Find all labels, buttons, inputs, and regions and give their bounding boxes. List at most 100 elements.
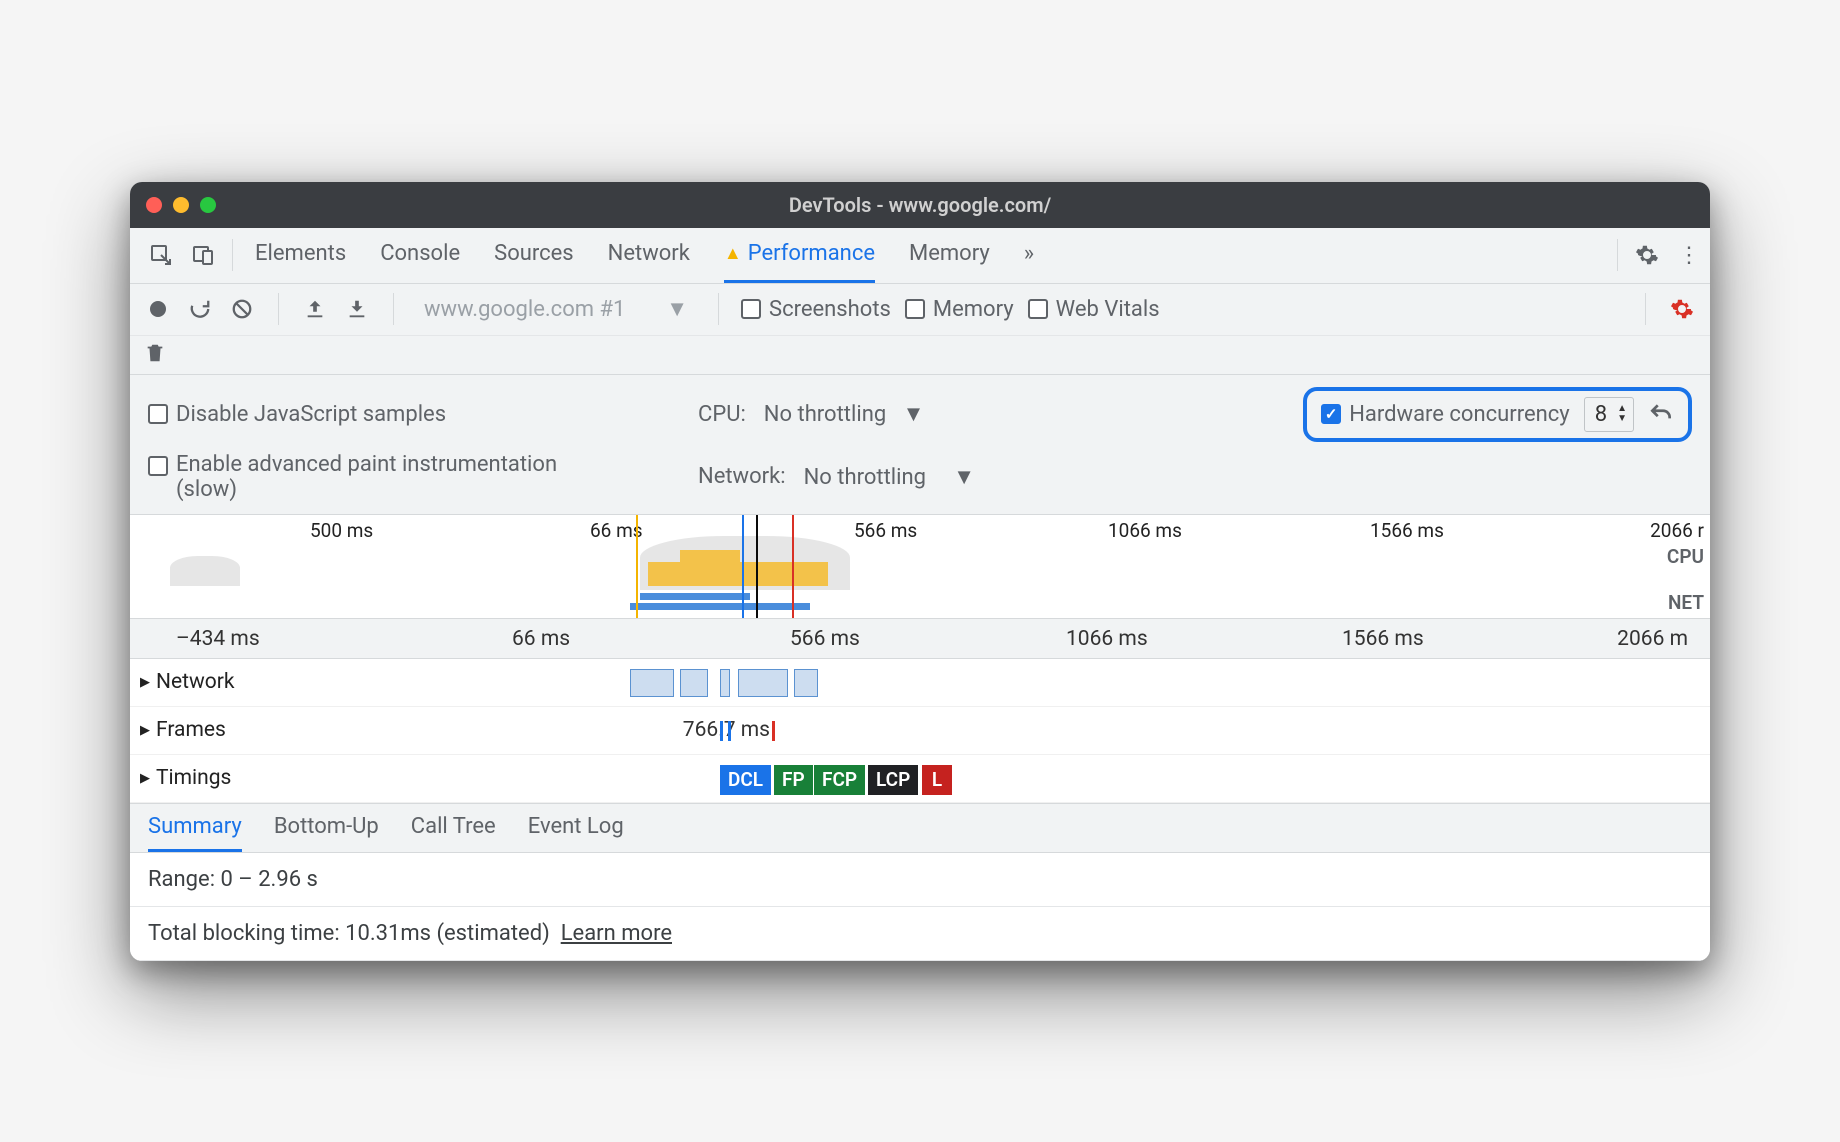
network-block[interactable]	[720, 669, 730, 697]
clear-button[interactable]	[228, 295, 256, 323]
settings-gear-icon[interactable]	[1626, 234, 1668, 276]
tab-memory[interactable]: Memory	[909, 227, 990, 283]
network-throttle-value: No throttling	[804, 465, 926, 490]
panel-tabs: Elements Console Sources Network ▲ Perfo…	[255, 227, 1609, 283]
checkbox-label: Disable JavaScript samples	[176, 402, 446, 427]
ruler-tick: –434 ms	[176, 627, 260, 651]
net-activity	[640, 593, 750, 600]
device-toolbar-icon[interactable]	[182, 234, 224, 276]
record-button[interactable]	[144, 295, 172, 323]
tab-sources[interactable]: Sources	[494, 227, 574, 283]
network-throttle-select[interactable]: No throttling ▼	[804, 464, 975, 490]
upload-profile-icon[interactable]	[301, 295, 329, 323]
recording-select[interactable]: www.google.com #1 ▼	[416, 294, 696, 324]
inspect-element-icon[interactable]	[140, 234, 182, 276]
reload-record-button[interactable]	[186, 295, 214, 323]
overview-tick: 66 ms	[590, 519, 643, 542]
enable-paint-instrumentation-checkbox[interactable]: Enable advanced paint instrumentation (s…	[148, 452, 668, 502]
checkbox-icon	[905, 299, 925, 319]
more-tabs-button[interactable]: »	[1024, 227, 1034, 283]
track-frames[interactable]: ▶Frames 766.7 ms	[130, 707, 1710, 755]
overview-net-label: NET	[1668, 591, 1704, 614]
tab-console[interactable]: Console	[380, 227, 460, 283]
marker-line	[636, 515, 638, 618]
web-vitals-checkbox[interactable]: Web Vitals	[1028, 297, 1160, 322]
dropdown-caret-icon: ▼	[666, 296, 688, 322]
screenshots-checkbox[interactable]: Screenshots	[741, 297, 891, 322]
disable-js-samples-checkbox[interactable]: Disable JavaScript samples	[148, 402, 668, 427]
details-tab-call-tree[interactable]: Call Tree	[411, 814, 496, 852]
devtools-window: DevTools - www.google.com/ Elements Cons…	[130, 182, 1710, 961]
toolbar-row-2	[130, 336, 1710, 375]
overview-cpu-label: CPU	[1667, 545, 1704, 568]
checkbox-label: Hardware concurrency	[1349, 402, 1570, 427]
close-window-button[interactable]	[146, 197, 162, 213]
warning-icon: ▲	[724, 243, 742, 264]
ruler-tick: 566 ms	[790, 627, 860, 651]
cpu-throttle-value: No throttling	[764, 402, 886, 427]
details-tab-bottom-up[interactable]: Bottom-Up	[274, 814, 379, 852]
timing-badge-l[interactable]: L	[922, 765, 952, 795]
overview-tick: 2066 r	[1650, 519, 1704, 542]
tab-elements[interactable]: Elements	[255, 227, 346, 283]
ruler-tick: 1066 ms	[1066, 627, 1148, 651]
window-controls	[146, 197, 216, 213]
cpu-throttle-select[interactable]: No throttling ▼	[764, 401, 925, 427]
window-title: DevTools - www.google.com/	[130, 193, 1710, 217]
checkbox-icon	[148, 456, 168, 476]
ruler-tick: 1566 ms	[1342, 627, 1424, 651]
memory-checkbox[interactable]: Memory	[905, 297, 1014, 322]
timeline-ruler[interactable]: –434 ms 66 ms 566 ms 1066 ms 1566 ms 206…	[130, 619, 1710, 659]
details-tab-event-log[interactable]: Event Log	[528, 814, 624, 852]
track-network[interactable]: ▶Network	[130, 659, 1710, 707]
checkbox-label: Memory	[933, 297, 1014, 322]
divider	[718, 293, 719, 325]
timing-badge-dcl[interactable]: DCL	[720, 765, 771, 795]
capture-settings-pane: Disable JavaScript samples CPU: No throt…	[130, 375, 1710, 515]
checkbox-label: Screenshots	[769, 297, 891, 322]
minimize-window-button[interactable]	[173, 197, 189, 213]
marker-line	[742, 515, 744, 618]
overview-tick: 500 ms	[310, 519, 373, 542]
hardware-concurrency-input[interactable]: 8 ▲▼	[1584, 397, 1634, 432]
divider	[393, 293, 394, 325]
hardware-concurrency-checkbox[interactable]: Hardware concurrency	[1321, 402, 1570, 427]
tbt-value: 10.31ms (estimated)	[345, 921, 550, 946]
checkbox-icon	[741, 299, 761, 319]
frame-marker	[772, 721, 775, 741]
network-block[interactable]	[738, 669, 788, 697]
stepper-icon[interactable]: ▲▼	[1617, 405, 1627, 423]
hardware-concurrency-value: 8	[1595, 402, 1607, 427]
net-activity	[630, 603, 810, 610]
track-timings[interactable]: ▶Timings DCL FP FCP LCP L	[130, 755, 1710, 803]
frame-marker	[728, 721, 731, 741]
reset-hw-concurrency-icon[interactable]	[1648, 401, 1674, 427]
track-header: Network	[156, 670, 235, 694]
divider	[1645, 293, 1646, 325]
cpu-activity	[170, 556, 240, 586]
divider	[278, 293, 279, 325]
tab-performance[interactable]: ▲ Performance	[724, 227, 875, 283]
checkbox-icon	[148, 404, 168, 424]
delete-recording-icon[interactable]	[144, 342, 166, 364]
network-block[interactable]	[680, 669, 708, 697]
network-block[interactable]	[630, 669, 674, 697]
tab-network[interactable]: Network	[608, 227, 690, 283]
timing-badge-fcp[interactable]: FCP	[814, 765, 865, 795]
summary-range: Range: 0 – 2.96 s	[130, 853, 1710, 907]
network-throttle-label: Network:	[698, 464, 786, 489]
summary-pane: Range: 0 – 2.96 s Total blocking time: 1…	[130, 852, 1710, 961]
learn-more-link[interactable]: Learn more	[561, 921, 672, 946]
download-profile-icon[interactable]	[343, 295, 371, 323]
maximize-window-button[interactable]	[200, 197, 216, 213]
timing-badge-fp[interactable]: FP	[774, 765, 813, 795]
frames-value: 766.7 ms	[683, 718, 770, 742]
overview-minimap[interactable]: 500 ms 66 ms 566 ms 1066 ms 1566 ms 2066…	[130, 515, 1710, 619]
network-block[interactable]	[794, 669, 818, 697]
cpu-script-activity	[680, 550, 740, 586]
timing-badge-lcp[interactable]: LCP	[868, 765, 918, 795]
overview-tick: 1566 ms	[1370, 519, 1444, 542]
details-tab-summary[interactable]: Summary	[148, 814, 242, 852]
capture-settings-gear-icon[interactable]	[1668, 295, 1696, 323]
more-menu-icon[interactable]: ⋮	[1668, 234, 1710, 276]
